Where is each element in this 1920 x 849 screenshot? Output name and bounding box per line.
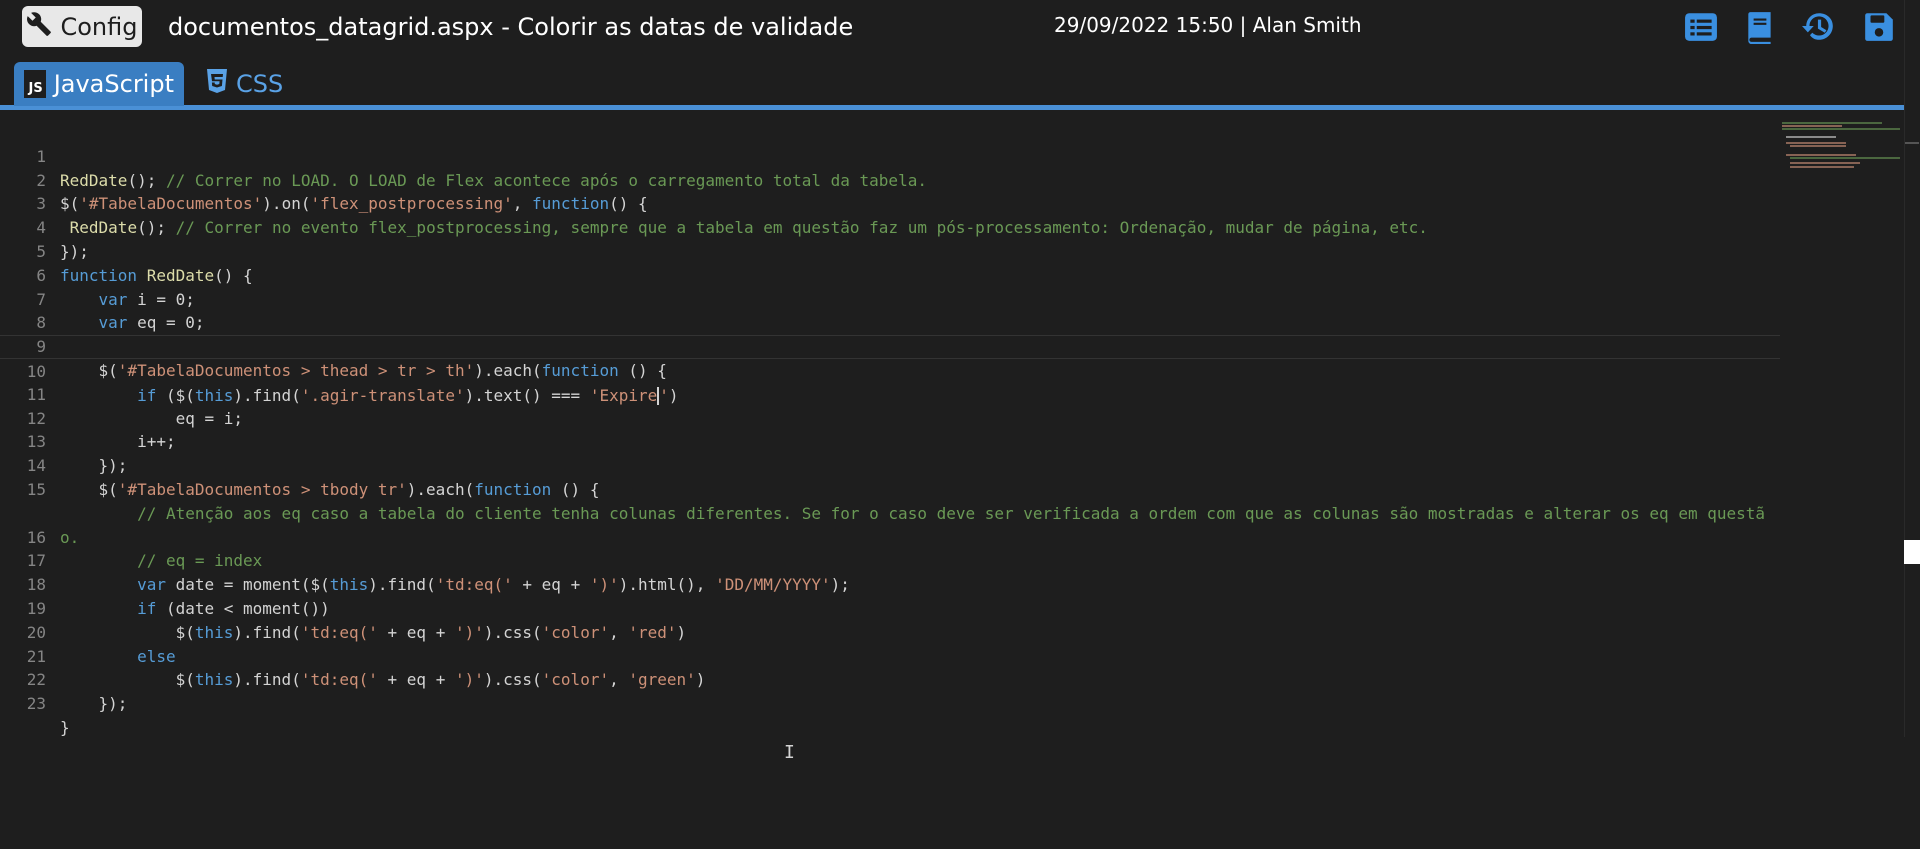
- book-icon[interactable]: [1743, 10, 1777, 44]
- code-line: 22 });: [0, 645, 1780, 713]
- code-line: 15 // Atenção aos eq caso a tabela do cl…: [0, 454, 1780, 547]
- code-lines: 1 RedDate(); // Correr no LOAD. O LOAD d…: [0, 121, 1780, 737]
- tab-css-label: CSS: [236, 70, 284, 98]
- code-line: 23 }: [0, 668, 1780, 737]
- wrench-icon: [26, 11, 52, 43]
- tab-javascript[interactable]: JS JavaScript: [14, 62, 184, 106]
- scrollbar-marker: [1905, 142, 1919, 144]
- datetime-user: 29/09/2022 15:50 | Alan Smith: [1054, 13, 1362, 37]
- javascript-icon: JS: [24, 70, 46, 98]
- config-label: Config: [60, 12, 138, 41]
- code-line: 16 // eq = index: [0, 502, 1780, 571]
- code-line: 12 i++;: [0, 383, 1780, 452]
- code-line: 4 });: [0, 192, 1780, 261]
- css3-icon: [206, 68, 228, 100]
- scrollbar-thumb[interactable]: [1904, 540, 1920, 564]
- code-line: 7 var eq = 0;: [0, 264, 1780, 333]
- history-icon[interactable]: [1802, 10, 1836, 44]
- code-line: 9 $('#TabelaDocumentos > thead > tr > th…: [0, 311, 1780, 380]
- line-number: 15: [26, 479, 46, 499]
- code-line: 20 else: [0, 597, 1780, 666]
- code-line: 1 RedDate(); // Correr no LOAD. O LOAD d…: [0, 121, 1780, 190]
- code-line: 5 function RedDate() {: [0, 216, 1780, 285]
- code-line: 21 $(this).find('td:eq(' + eq + ')').css…: [0, 621, 1780, 690]
- ibeam-cursor-icon: I: [784, 742, 795, 763]
- code-line: 6 var i = 0;: [0, 240, 1780, 309]
- vertical-scrollbar[interactable]: [1904, 0, 1920, 737]
- code-line: 13 });: [0, 407, 1780, 475]
- list-icon[interactable]: [1684, 10, 1718, 44]
- code-line: 18 if (date < moment()): [0, 549, 1780, 618]
- line-number: 23: [26, 694, 46, 714]
- tab-javascript-label: JavaScript: [53, 70, 174, 98]
- code-line: 3 RedDate(); // Correr no evento flex_po…: [0, 169, 1780, 237]
- code-line: 2 $('#TabelaDocumentos').on('flex_postpr…: [0, 145, 1780, 214]
- page-title: documentos_datagrid.aspx - Colorir as da…: [168, 13, 854, 41]
- config-button[interactable]: Config: [22, 6, 142, 47]
- code-line: 11 eq = i;: [0, 359, 1780, 428]
- code-line: 17 var date = moment($(this).find('td:eq…: [0, 526, 1780, 594]
- code-editor[interactable]: 1 RedDate(); // Correr no LOAD. O LOAD d…: [0, 112, 1920, 849]
- code-line: 19 $(this).find('td:eq(' + eq + ')').css…: [0, 573, 1780, 642]
- minimap[interactable]: [1782, 122, 1902, 182]
- code-line-current: 10 if ($(this).find('.agir-translate').t…: [0, 335, 1780, 406]
- save-icon[interactable]: [1862, 10, 1896, 44]
- code-line: 8: [0, 288, 1780, 332]
- tab-css[interactable]: CSS: [196, 62, 306, 106]
- code-line: 14 $('#TabelaDocumentos > tbody tr').eac…: [0, 430, 1780, 499]
